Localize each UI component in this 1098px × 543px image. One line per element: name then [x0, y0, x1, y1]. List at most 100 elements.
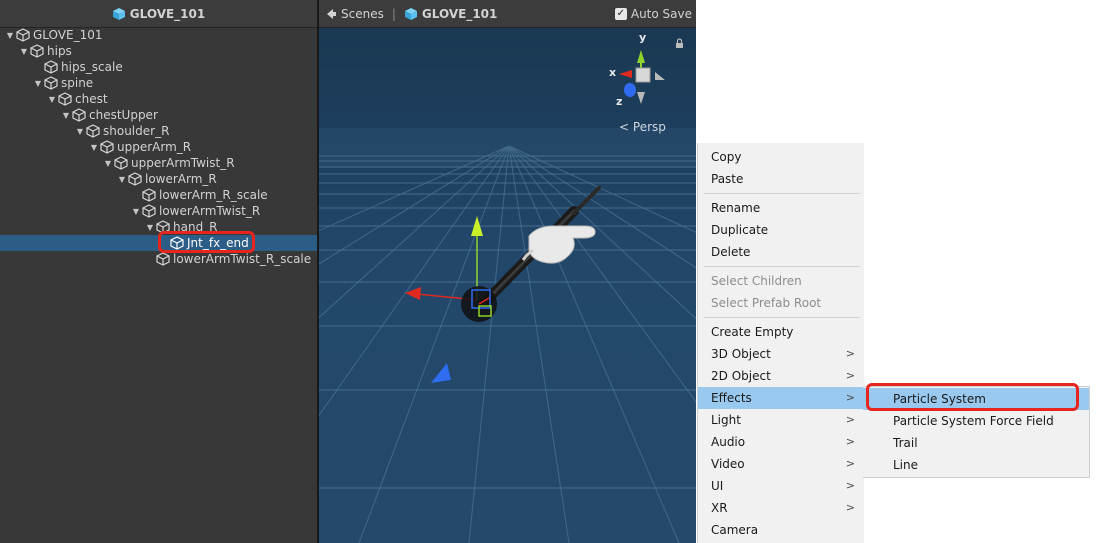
tree-row-glove-101[interactable]: ▼ GLOVE_101: [0, 27, 321, 43]
submenu-item-particle-system-force-field[interactable]: Particle System Force Field: [863, 410, 1089, 432]
expand-arrow-icon[interactable]: ▼: [60, 111, 72, 120]
expand-arrow-icon[interactable]: ▼: [18, 47, 30, 56]
gameobject-cube-icon: [142, 188, 156, 202]
breadcrumb-scenes[interactable]: Scenes: [325, 7, 384, 21]
gameobject-cube-icon: [44, 76, 58, 90]
menu-item-select-children: Select Children: [698, 270, 864, 292]
gameobject-cube-icon: [156, 220, 170, 234]
submenu-item-line[interactable]: Line: [863, 454, 1089, 476]
menu-item-label: XR: [711, 501, 728, 515]
tree-row-label: lowerArmTwist_R_scale: [173, 252, 312, 266]
submenu-item-label: Trail: [893, 436, 918, 450]
lock-icon[interactable]: [676, 38, 683, 48]
menu-item-label: Select Prefab Root: [711, 296, 822, 310]
context-menu: Copy Paste Rename Duplicate Delete Selec…: [697, 143, 864, 543]
prefab-cube-icon: [112, 7, 125, 20]
menu-item-ui[interactable]: UI >: [698, 475, 864, 497]
menu-item-label: UI: [711, 479, 724, 493]
gameobject-cube-icon: [128, 172, 142, 186]
menu-item-3d-object[interactable]: 3D Object >: [698, 343, 864, 365]
tree-row-label: lowerArm_R: [145, 172, 217, 186]
expand-arrow-icon[interactable]: ▼: [144, 223, 156, 232]
submenu-item-label: Line: [893, 458, 919, 472]
menu-item-delete[interactable]: Delete: [698, 241, 864, 263]
menu-item-audio[interactable]: Audio >: [698, 431, 864, 453]
submenu-item-particle-system[interactable]: Particle System: [863, 388, 1089, 410]
menu-separator: [704, 266, 860, 267]
expand-arrow-icon[interactable]: ▼: [4, 31, 16, 40]
menu-item-label: Delete: [711, 245, 751, 259]
expand-arrow-icon[interactable]: ▼: [102, 159, 114, 168]
effects-submenu: Particle System Particle System Force Fi…: [863, 386, 1090, 478]
menu-item-camera[interactable]: Camera: [698, 519, 864, 541]
scene-panel: Scenes | GLOVE_101 ✓ Auto Save < Persp y…: [319, 0, 696, 543]
gameobject-cube-icon: [72, 108, 86, 122]
menu-item-select-prefab-root: Select Prefab Root: [698, 292, 864, 314]
menu-item-create-empty[interactable]: Create Empty: [698, 321, 864, 343]
menu-item-label: Copy: [711, 150, 742, 164]
tree-row-hips[interactable]: ▼ hips: [0, 43, 335, 59]
menu-item-paste[interactable]: Paste: [698, 168, 864, 190]
tree-row-hips-scale[interactable]: ▼ hips_scale: [0, 59, 349, 75]
prefab-cube-icon: [404, 7, 417, 20]
submenu-item-label: Particle System: [893, 392, 986, 406]
gameobject-cube-icon: [16, 28, 30, 42]
expand-arrow-icon[interactable]: ▼: [116, 175, 128, 184]
breadcrumb-separator: |: [391, 6, 396, 21]
tree-row-label: Jnt_fx_end: [187, 236, 249, 250]
tree-row-spine[interactable]: ▼ spine: [0, 75, 349, 91]
tree-row-label: hips: [47, 44, 72, 58]
hierarchy-panel: GLOVE_101 ▼ GLOVE_101 ▼ hips ▼ hips_scal…: [0, 0, 475, 543]
menu-item-label: Rename: [711, 201, 761, 215]
gameobject-cube-icon: [142, 204, 156, 218]
breadcrumb-scenes-label: Scenes: [341, 6, 384, 21]
menu-item-light[interactable]: Light >: [698, 409, 864, 431]
auto-save-toggle[interactable]: ✓ Auto Save: [614, 7, 692, 21]
checkbox-checked-icon[interactable]: ✓: [614, 8, 627, 20]
menu-item-label: Camera: [711, 523, 759, 537]
orientation-gizmo[interactable]: [619, 50, 665, 104]
hierarchy-title: GLOVE_101: [129, 6, 206, 21]
gameobject-cube-icon: [156, 252, 170, 266]
menu-item-2d-object[interactable]: 2D Object >: [698, 365, 864, 387]
menu-item-label: Video: [711, 457, 745, 471]
menu-item-effects[interactable]: Effects >: [698, 387, 864, 409]
menu-item-label: 3D Object: [711, 347, 771, 361]
breadcrumb-prefab-title[interactable]: GLOVE_101: [422, 7, 497, 21]
gameobject-cube-icon: [44, 60, 58, 74]
tree-row-label: lowerArmTwist_R: [159, 204, 261, 218]
menu-item-rename[interactable]: Rename: [698, 197, 864, 219]
projection-toggle[interactable]: < Persp: [619, 120, 666, 134]
submenu-arrow-icon: >: [845, 413, 855, 426]
expand-arrow-icon[interactable]: ▼: [88, 143, 100, 152]
gameobject-cube-icon: [114, 156, 128, 170]
menu-item-label: Duplicate: [711, 223, 769, 237]
glove-model: [521, 225, 596, 264]
tree-row-label: shoulder_R: [103, 124, 170, 138]
menu-item-xr[interactable]: XR >: [698, 497, 864, 519]
expand-arrow-icon[interactable]: ▼: [32, 79, 44, 88]
scene-viewport[interactable]: < Persp y x z: [319, 28, 696, 543]
submenu-arrow-icon: >: [845, 391, 855, 404]
tree-row-label: chest: [75, 92, 108, 106]
expand-arrow-icon[interactable]: ▼: [130, 207, 142, 216]
menu-item-video[interactable]: Video >: [698, 453, 864, 475]
menu-item-copy[interactable]: Copy: [698, 146, 864, 168]
submenu-arrow-icon: >: [845, 479, 855, 492]
gameobject-cube-icon: [30, 44, 44, 58]
tree-row-label: GLOVE_101: [33, 28, 103, 42]
submenu-arrow-icon: >: [845, 435, 855, 448]
submenu-arrow-icon: >: [845, 369, 855, 382]
menu-item-label: Paste: [711, 172, 744, 186]
menu-item-label: Create Empty: [711, 325, 794, 339]
hierarchy-header: GLOVE_101: [0, 0, 317, 28]
tree-row-label: hand_R: [173, 220, 218, 234]
tree-row-chest[interactable]: ▼ chest: [0, 91, 363, 107]
gizmo-y-label: y: [639, 31, 647, 44]
tree-row-label: upperArmTwist_R: [131, 156, 235, 170]
menu-item-duplicate[interactable]: Duplicate: [698, 219, 864, 241]
expand-arrow-icon[interactable]: ▼: [46, 95, 58, 104]
submenu-item-trail[interactable]: Trail: [863, 432, 1089, 454]
expand-arrow-icon[interactable]: ▼: [74, 127, 86, 136]
gameobject-cube-icon: [170, 236, 184, 250]
